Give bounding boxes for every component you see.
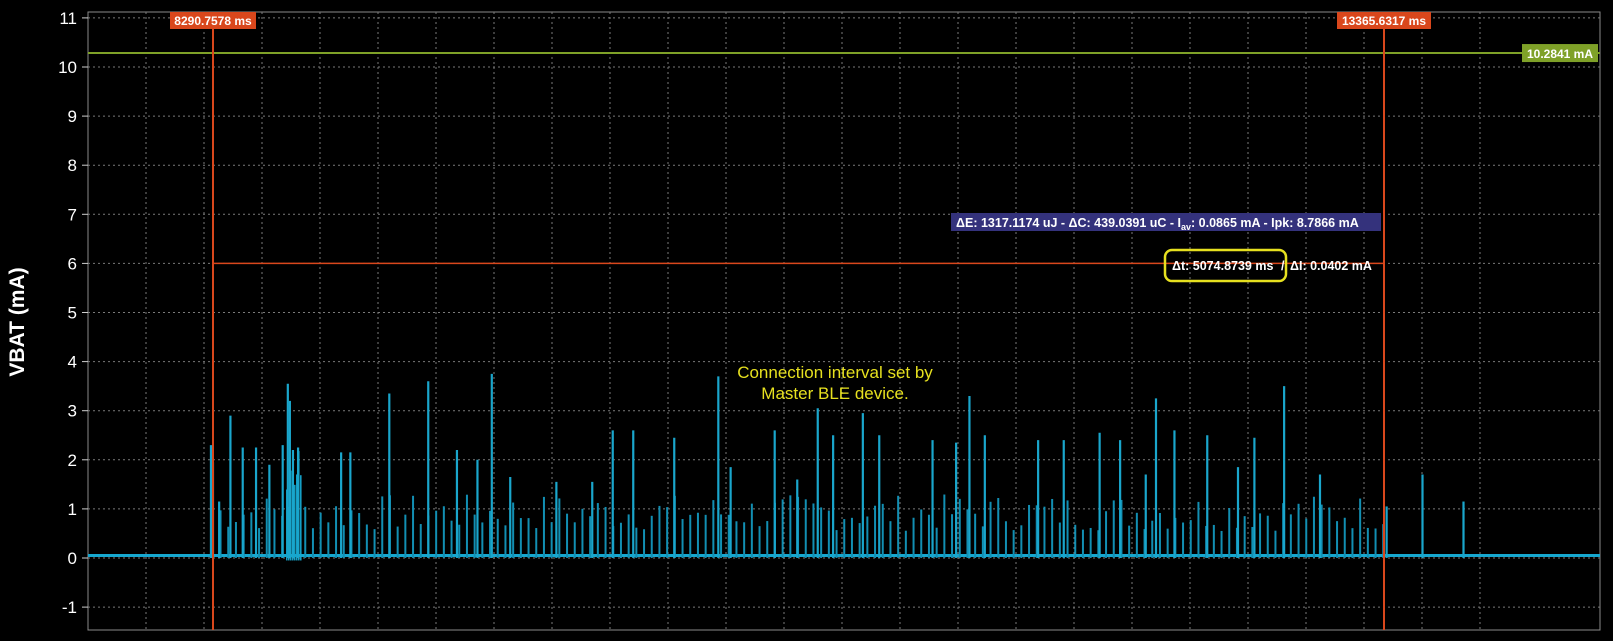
annotation-text: Master BLE device.	[761, 384, 908, 403]
y-tick-label: 8	[68, 156, 77, 175]
summary-part: : 0.0865 mA - Ipk: 8.7866 mA	[1191, 216, 1359, 230]
y-axis-ticks: 11109876543210-1	[58, 9, 88, 617]
summary-subscript: av	[1181, 222, 1191, 232]
y-axis-label: VBAT (mA)	[6, 267, 29, 377]
y-tick-label: 7	[68, 205, 77, 224]
y-tick-label: 10	[58, 58, 77, 77]
delta-t-label: Δt: 5074.8739 ms	[1172, 259, 1273, 273]
delta-i-label: ΔI: 0.0402 mA	[1290, 259, 1372, 273]
y-tick-label: 0	[68, 549, 77, 568]
y-tick-label: 5	[68, 304, 77, 323]
y-tick-label: 4	[68, 353, 77, 372]
cursor-label: 13365.6317 ms	[1342, 14, 1426, 28]
y-tick-label: 9	[68, 107, 77, 126]
peak-marker-label: 10.2841 mA	[1527, 47, 1593, 61]
y-tick-label: 3	[68, 402, 77, 421]
annotation-text: Connection interval set by	[737, 363, 933, 382]
y-tick-label: 6	[68, 254, 77, 273]
measurement-summary: ΔE: 1317.1174 uJ - ΔC: 439.0391 uC - Iav…	[956, 216, 1359, 232]
y-tick-label: -1	[62, 598, 77, 617]
power-profile-chart: 11109876543210-1 10.2841 mA8290.7578 ms 1…	[58, 9, 1601, 631]
y-tick-label: 1	[68, 500, 77, 519]
y-tick-label: 11	[59, 9, 77, 28]
cursor-label: 8290.7578 ms	[174, 14, 252, 28]
summary-part: ΔE: 1317.1174 uJ - ΔC: 439.0391 uC - I	[956, 216, 1181, 230]
y-tick-label: 2	[68, 451, 77, 470]
delta-separator: /	[1281, 259, 1285, 273]
